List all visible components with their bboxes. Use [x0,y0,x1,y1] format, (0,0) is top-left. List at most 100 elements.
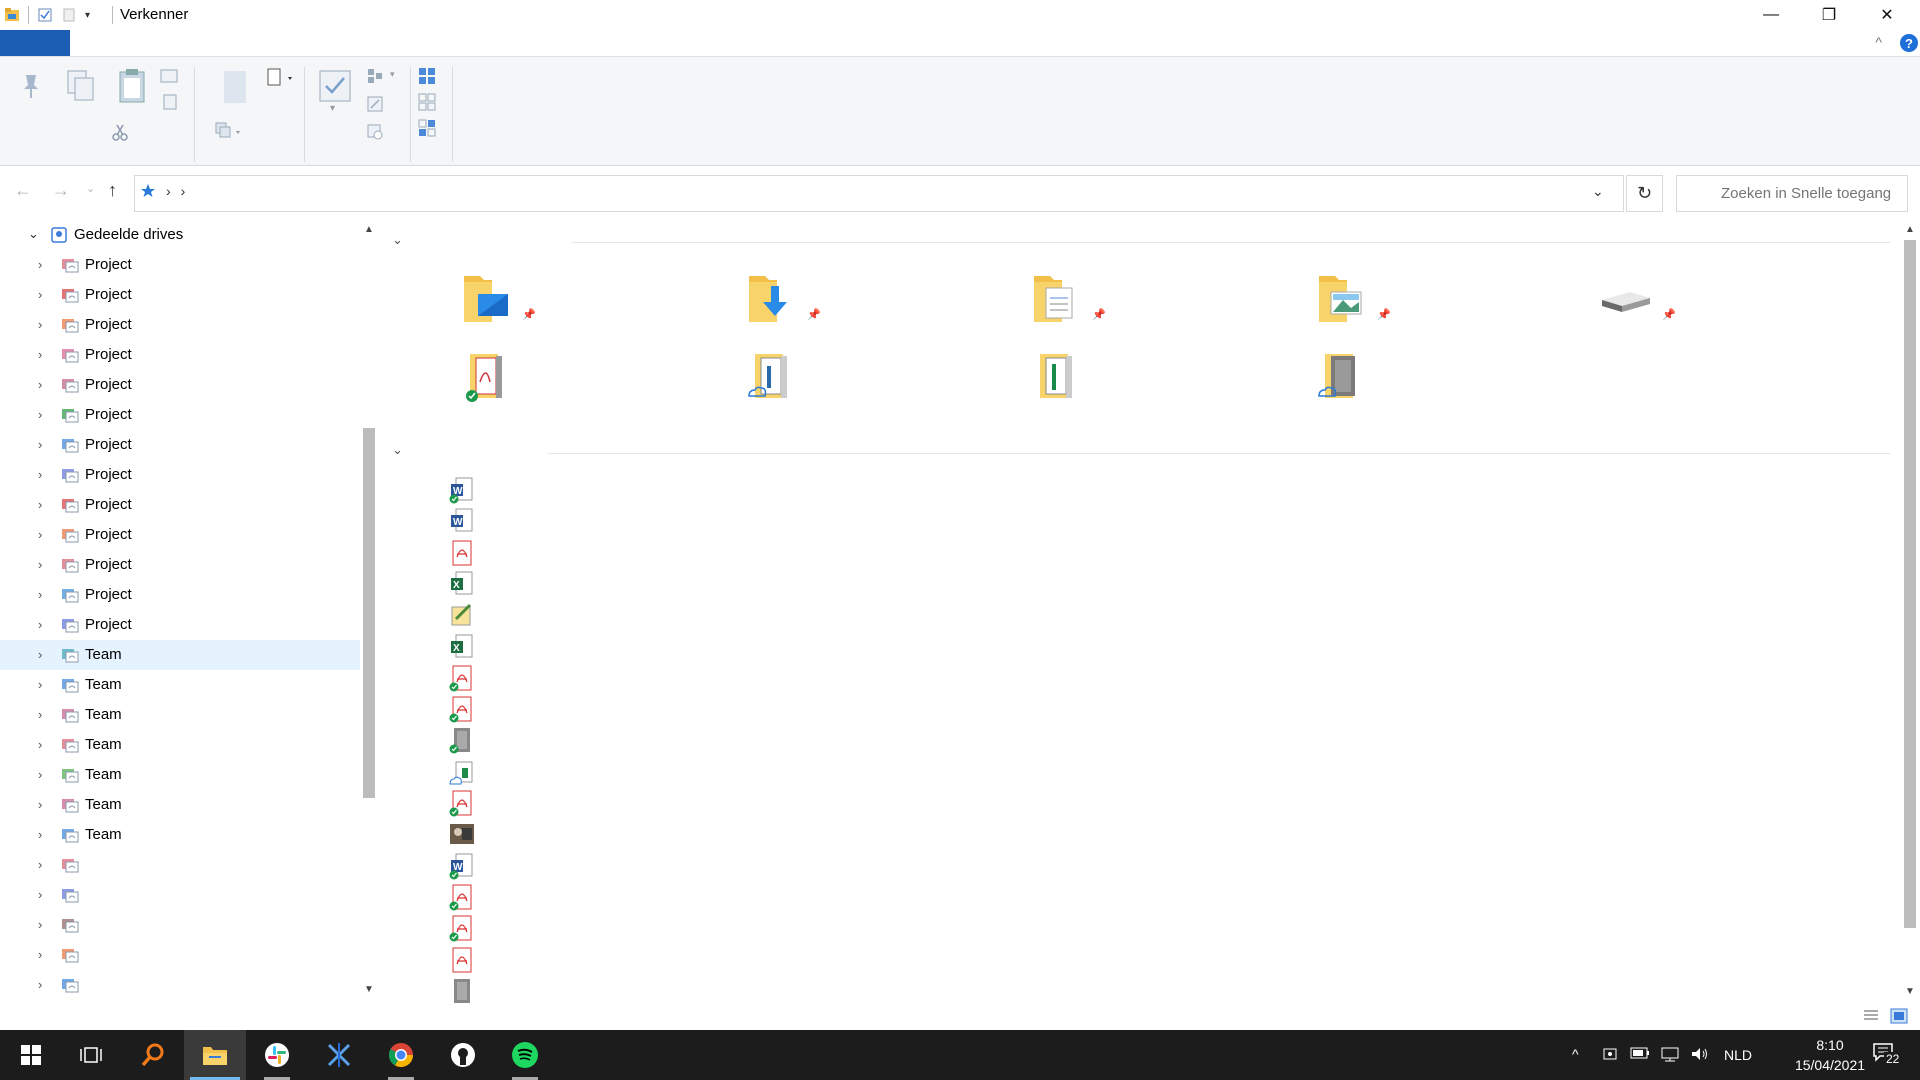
chevron-right-icon[interactable]: › [38,827,48,842]
help-button[interactable]: ? [1900,34,1918,52]
address-bar[interactable] [134,175,1624,212]
minimize-button[interactable]: — [1742,0,1800,30]
tree-item-drive[interactable]: › Project [0,460,360,490]
chevron-right-icon[interactable]: › [38,857,48,872]
folder-tile-pictures[interactable]: 📌 [1317,270,1391,334]
tree-item-drive[interactable]: › Project [0,370,360,400]
large-icons-view-icon[interactable] [1890,1008,1908,1024]
spotify-taskbar-button[interactable] [494,1030,556,1080]
recent-file-pdf-icon[interactable] [448,914,476,942]
chevron-down-icon[interactable]: ⌄ [28,226,39,242]
chevron-right-icon[interactable]: › [38,587,48,602]
chevron-right-icon[interactable]: › [38,287,48,302]
explorer-app-icon[interactable] [4,7,20,23]
folder-tile-desktop[interactable]: 📌 [462,270,536,334]
recent-file-excel-icon[interactable]: X [448,570,476,598]
recent-file-pdf-icon[interactable] [448,539,476,567]
file-tab[interactable] [0,30,70,56]
tree-item-drive[interactable]: › Project [0,280,360,310]
chevron-right-icon[interactable]: › [38,557,48,572]
paste-icon[interactable] [116,67,148,105]
slack-taskbar-button[interactable] [246,1030,308,1080]
tree-item-drive[interactable]: › Project [0,340,360,370]
tree-item-drive[interactable]: › Project [0,310,360,340]
recent-file-sheet-icon[interactable] [448,758,476,786]
properties-dropdown-icon[interactable]: ▾ [330,103,335,114]
forward-button[interactable]: → [52,180,70,201]
tree-item-drive[interactable]: › Team [0,790,360,820]
properties-icon[interactable] [37,7,53,23]
tree-item-drive[interactable]: › [0,850,360,880]
file-explorer-taskbar-button[interactable] [184,1030,246,1080]
ribbon-collapse-button[interactable]: ^ [1875,34,1882,50]
select-all-icon[interactable] [418,67,436,85]
address-dropdown-button[interactable]: ⌄ [1592,183,1604,200]
copy-to-icon[interactable] [214,121,244,141]
new-folder-icon[interactable] [61,7,77,23]
chevron-right-icon[interactable]: › [38,317,48,332]
chevron-right-icon[interactable]: › [38,347,48,362]
recent-file-photo-icon[interactable] [448,820,476,848]
tree-item-drive[interactable]: › [0,940,360,970]
tree-item-drive[interactable]: › Project [0,400,360,430]
recent-file-pdf-icon[interactable] [448,883,476,911]
folder-tile-excel[interactable] [1032,350,1102,414]
recent-file-image-icon[interactable] [448,726,476,754]
tree-item-drive[interactable]: › Project [0,610,360,640]
details-view-icon[interactable] [1862,1008,1880,1024]
chevron-right-icon[interactable]: › [38,707,48,722]
recent-file-pdf-icon[interactable] [448,946,476,974]
recent-files-collapse-icon[interactable]: ⌄ [392,442,403,458]
drive-tile[interactable]: 📌 [1598,270,1676,334]
scroll-down-arrow[interactable]: ▼ [364,984,374,995]
select-none-icon[interactable] [418,93,436,111]
open-dropdown-icon[interactable]: ▾ [390,69,395,80]
folder-tile-downloads[interactable]: 📌 [747,270,821,334]
recent-file-pdf-icon[interactable] [448,789,476,817]
scroll-up-arrow[interactable]: ▲ [364,224,374,235]
tree-item-drive[interactable]: › Team [0,670,360,700]
up-button[interactable]: ↑ [108,180,117,201]
battery-icon[interactable] [1630,1046,1650,1060]
tree-item-drive[interactable]: › Project [0,490,360,520]
content-scrollbar-thumb[interactable] [1904,240,1916,928]
folder-tile-photos[interactable] [1317,350,1387,414]
recent-file-image-icon[interactable] [448,977,476,1005]
cut-icon[interactable] [112,123,128,141]
tree-item-drive[interactable]: › Team [0,640,360,670]
recent-file-word-icon[interactable]: W [448,507,476,535]
recent-file-pdf-icon[interactable] [448,664,476,692]
tree-item-drive[interactable]: › [0,910,360,940]
xcode-taskbar-button[interactable] [308,1030,370,1080]
chevron-right-icon[interactable]: › [38,407,48,422]
tree-item-drive[interactable]: › [0,970,360,1000]
search-input[interactable] [1677,176,1907,211]
recent-file-word-icon[interactable]: W [448,852,476,880]
tree-item-drive[interactable]: › Project [0,520,360,550]
chevron-right-icon[interactable]: › [38,377,48,392]
chevron-right-icon[interactable]: › [38,647,48,662]
search-taskbar-button[interactable] [122,1030,184,1080]
pin-to-quick-access-icon[interactable] [16,71,46,101]
back-button[interactable]: ← [14,180,32,201]
quick-access-star-icon[interactable] [140,183,156,199]
tree-item-drive[interactable]: › Project [0,550,360,580]
tree-item-shared-drives[interactable]: ⌄ Gedeelde drives [0,220,360,250]
breadcrumb-separator[interactable]: › [181,183,186,199]
copy-icon[interactable] [64,69,98,103]
scroll-down-arrow[interactable]: ▼ [1905,986,1915,997]
chevron-right-icon[interactable]: › [38,467,48,482]
meet-now-icon[interactable] [1602,1046,1618,1062]
folder-tile-pdf[interactable] [462,350,532,414]
invert-selection-icon[interactable] [418,119,436,137]
chevron-right-icon[interactable]: › [38,737,48,752]
github-taskbar-button[interactable] [432,1030,494,1080]
chrome-taskbar-button[interactable] [370,1030,432,1080]
chevron-right-icon[interactable]: › [38,887,48,902]
chevron-right-icon[interactable]: › [38,767,48,782]
action-center-button[interactable]: 22 [1870,1038,1910,1074]
new-item-icon[interactable] [266,67,296,89]
network-icon[interactable] [1660,1046,1680,1062]
folder-tile-documents[interactable]: 📌 [1032,270,1106,334]
volume-icon[interactable] [1690,1046,1710,1062]
